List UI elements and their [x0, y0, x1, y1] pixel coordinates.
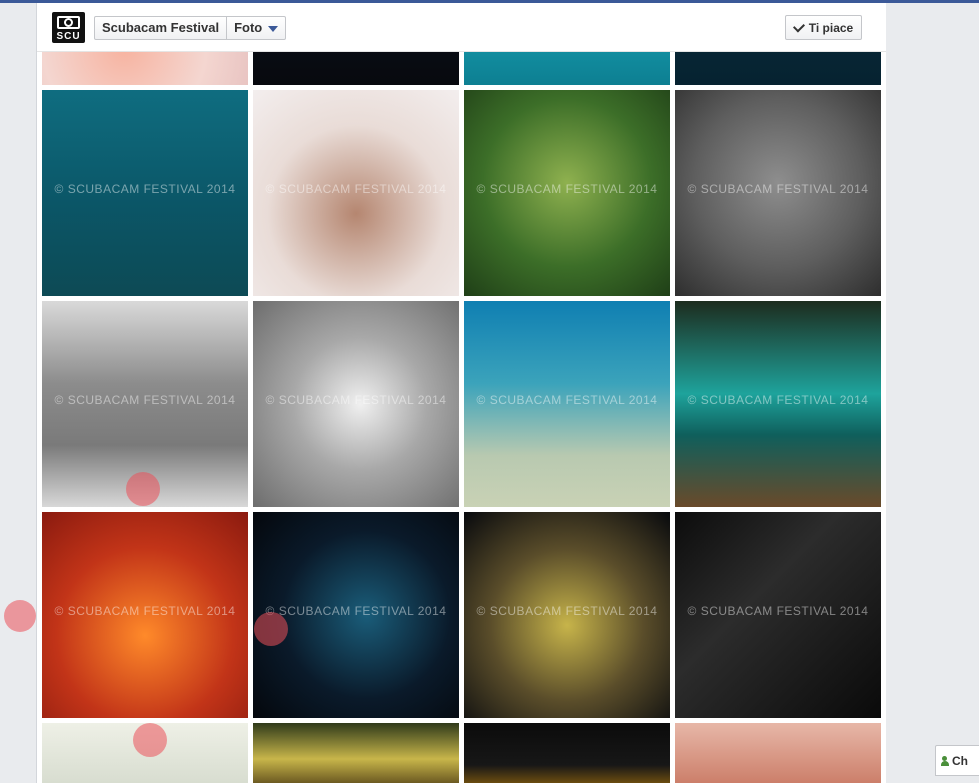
- like-button[interactable]: Ti piace: [785, 15, 862, 40]
- photo-watermark: © SCUBACAM FESTIVAL 2014: [476, 182, 658, 196]
- page-header: SCU Scubacam Festival Foto Ti piace: [37, 3, 886, 52]
- photo-watermark: © SCUBACAM FESTIVAL 2014: [687, 393, 869, 407]
- photo-watermark: © SCUBACAM FESTIVAL 2014: [687, 604, 869, 618]
- photo-watermark: © SCUBACAM FESTIVAL 2014: [687, 182, 869, 196]
- photo-thumbnail[interactable]: © SCUBACAM FESTIVAL 2014: [464, 301, 670, 507]
- breadcrumb-section-dropdown[interactable]: Foto: [226, 17, 285, 39]
- user-icon: [941, 755, 949, 766]
- logo-text: SCU: [56, 31, 81, 42]
- breadcrumb: Scubacam Festival Foto: [94, 16, 287, 40]
- photo-thumbnail[interactable]: © SCUBACAM FESTIVAL 2014: [253, 301, 459, 507]
- like-button-label: Ti piace: [808, 20, 854, 35]
- photo-thumbnail[interactable]: © SCUBACAM FESTIVAL 2014: [464, 512, 670, 718]
- cursor-trail-dot: [254, 612, 288, 646]
- cursor-trail-dot: [126, 472, 160, 506]
- photo-watermark: © SCUBACAM FESTIVAL 2014: [265, 604, 447, 618]
- photo-thumbnail[interactable]: © SCUBACAM FESTIVAL 2014: [42, 90, 248, 296]
- photo-thumbnail[interactable]: © SCUBACAM FESTIVAL 2014: [253, 90, 459, 296]
- photo-thumbnail[interactable]: [464, 723, 670, 783]
- photo-thumbnail[interactable]: [675, 723, 881, 783]
- photo-album-page: SCU Scubacam Festival Foto Ti piace © SC…: [36, 3, 887, 783]
- photo-thumbnail[interactable]: © SCUBACAM FESTIVAL 2014: [675, 301, 881, 507]
- chevron-down-icon: [268, 25, 279, 32]
- photo-thumbnail[interactable]: © SCUBACAM FESTIVAL 2014: [675, 90, 881, 296]
- chat-tab-label: Ch: [952, 753, 968, 768]
- photo-watermark: © SCUBACAM FESTIVAL 2014: [476, 393, 658, 407]
- photo-watermark: © SCUBACAM FESTIVAL 2014: [54, 604, 236, 618]
- left-gutter: [0, 3, 36, 783]
- checkmark-icon: [792, 19, 805, 33]
- photo-watermark: © SCUBACAM FESTIVAL 2014: [54, 182, 236, 196]
- right-pane: [886, 3, 979, 783]
- photo-watermark: © SCUBACAM FESTIVAL 2014: [265, 182, 447, 196]
- lens-icon: [64, 18, 73, 27]
- photo-watermark: © SCUBACAM FESTIVAL 2014: [476, 604, 658, 618]
- photo-watermark: © SCUBACAM FESTIVAL 2014: [265, 393, 447, 407]
- page-logo-icon[interactable]: SCU: [52, 12, 85, 43]
- breadcrumb-section-label: Foto: [234, 20, 263, 35]
- cursor-trail-dot: [4, 600, 36, 632]
- photo-thumbnail[interactable]: © SCUBACAM FESTIVAL 2014: [464, 90, 670, 296]
- photo-watermark: © SCUBACAM FESTIVAL 2014: [54, 393, 236, 407]
- photo-thumbnail[interactable]: © SCUBACAM FESTIVAL 2014: [253, 512, 459, 718]
- chat-tab[interactable]: Ch: [935, 745, 979, 776]
- photo-thumbnail[interactable]: © SCUBACAM FESTIVAL 2014: [42, 512, 248, 718]
- breadcrumb-page-link[interactable]: Scubacam Festival: [95, 17, 226, 39]
- cursor-trail-dot: [133, 723, 167, 757]
- photo-thumbnail[interactable]: © SCUBACAM FESTIVAL 2014: [675, 512, 881, 718]
- photo-thumbnail[interactable]: [253, 723, 459, 783]
